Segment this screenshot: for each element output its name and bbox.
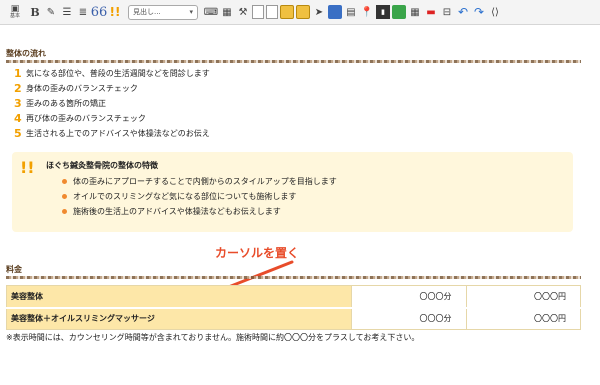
bullet-dot-icon bbox=[62, 209, 67, 214]
flow-step: 1 気になる部位や、普段の生活週間などを問診します bbox=[14, 66, 574, 81]
code-icon[interactable]: ⟨⟩ bbox=[488, 5, 502, 19]
step-number: 3 bbox=[14, 97, 22, 110]
split-icon[interactable]: ⊟ bbox=[440, 5, 454, 19]
cursor-annotation-label: カーソルを置く bbox=[215, 246, 300, 260]
step-number: 1 bbox=[14, 67, 22, 80]
heading-select-value: 見出し... bbox=[133, 8, 161, 16]
feature-item: 体の歪みにアプローチすることで内側からのスタイルアップを目指します bbox=[62, 174, 337, 189]
copy-icon[interactable] bbox=[266, 5, 278, 19]
exclamation-icon[interactable]: !! bbox=[108, 5, 122, 19]
price-table: 美容整体 〇〇〇分 〇〇〇円 美容整体＋オイルスリミングマッサージ 〇〇〇分 〇… bbox=[6, 285, 581, 330]
horizontal-rule-icon[interactable]: ▬ bbox=[424, 5, 438, 19]
course-time-cell[interactable]: 〇〇〇分 bbox=[351, 306, 467, 330]
bullet-dot-icon bbox=[62, 179, 67, 184]
add-row-icon[interactable] bbox=[392, 5, 406, 19]
image-edit-icon[interactable]: ▤ bbox=[344, 5, 358, 19]
step-number: 4 bbox=[14, 112, 22, 125]
course-time-cell[interactable]: 〇〇〇分 bbox=[351, 285, 467, 308]
basic-mode-button[interactable]: ▣ 基本 bbox=[4, 5, 26, 19]
numbered-list-icon[interactable]: ☰ bbox=[60, 5, 74, 19]
feature-item: オイルでのスリミングなど気になる部位についても施術します bbox=[62, 189, 337, 204]
document-icon[interactable] bbox=[252, 5, 264, 19]
undo-icon[interactable]: ↶ bbox=[456, 5, 470, 19]
step-text: 再び体の歪みのバランスチェック bbox=[26, 114, 146, 123]
table-grid-icon[interactable]: ▦ bbox=[408, 5, 422, 19]
flow-step: 5 生活される上でのアドバイスや体操法などのお伝え bbox=[14, 126, 574, 141]
bold-button[interactable]: B bbox=[28, 5, 42, 19]
flow-steps-list: 1 気になる部位や、普段の生活週間などを問診します 2 身体の歪みのバランスチェ… bbox=[14, 66, 574, 141]
exclamation-icon: !! bbox=[20, 158, 35, 177]
flow-step: 3 歪みのある箇所の矯正 bbox=[14, 96, 574, 111]
step-text: 気になる部位や、普段の生活週間などを問診します bbox=[26, 69, 210, 78]
folder-open-icon[interactable] bbox=[296, 5, 310, 19]
section-divider bbox=[6, 60, 581, 63]
feature-item-text: オイルでのスリミングなど気になる部位についても施術します bbox=[73, 192, 297, 201]
flow-section-title: 整体の流れ bbox=[6, 49, 46, 58]
course-price-cell[interactable]: 〇〇〇円 bbox=[465, 285, 581, 308]
course-name-cell[interactable]: 美容整体 bbox=[6, 285, 352, 308]
price-section-title: 料金 bbox=[6, 265, 22, 274]
eraser-icon[interactable]: ✎ bbox=[44, 5, 58, 19]
course-name-cell[interactable]: 美容整体＋オイルスリミングマッサージ bbox=[6, 306, 352, 330]
folder-icon[interactable] bbox=[280, 5, 294, 19]
feature-item-text: 施術後の生活上のアドバイスや体操法などもお伝えします bbox=[73, 207, 281, 216]
feature-box[interactable]: !! ほぐち鍼灸整骨院の整体の特徴 体の歪みにアプローチすることで内側からのスタ… bbox=[12, 152, 573, 232]
step-text: 歪みのある箇所の矯正 bbox=[26, 99, 106, 108]
table-row: 美容整体＋オイルスリミングマッサージ 〇〇〇分 〇〇〇円 bbox=[6, 306, 581, 330]
basic-mode-label: 基本 bbox=[9, 13, 20, 19]
step-text: 生活される上でのアドバイスや体操法などのお伝え bbox=[26, 129, 210, 138]
step-text: 身体の歪みのバランスチェック bbox=[26, 84, 138, 93]
table-icon[interactable]: ▦ bbox=[220, 5, 234, 19]
bullet-list-icon[interactable]: ≣ bbox=[76, 5, 90, 19]
video-icon[interactable]: ▮ bbox=[376, 5, 390, 19]
price-note: ※表示時間には、カウンセリング時間等が含まれておりません。施術時間に約〇〇〇分を… bbox=[6, 333, 420, 342]
tools-icon[interactable]: ⚒ bbox=[236, 5, 250, 19]
bullet-dot-icon bbox=[62, 194, 67, 199]
chevron-down-icon: ▾ bbox=[189, 8, 193, 16]
redo-icon[interactable]: ↷ bbox=[472, 5, 486, 19]
quote-icon[interactable]: 66 bbox=[91, 5, 108, 20]
send-icon[interactable]: ➤ bbox=[312, 5, 326, 19]
map-pin-icon[interactable]: 📍 bbox=[360, 5, 374, 19]
image-icon[interactable] bbox=[328, 5, 342, 19]
table-row: 美容整体 〇〇〇分 〇〇〇円 bbox=[6, 285, 581, 308]
feature-list: 体の歪みにアプローチすることで内側からのスタイルアップを目指します オイルでのス… bbox=[62, 174, 337, 219]
feature-item-text: 体の歪みにアプローチすることで内側からのスタイルアップを目指します bbox=[73, 177, 337, 186]
heading-select[interactable]: 見出し... ▾ bbox=[128, 4, 198, 20]
editor-toolbar: ▣ 基本 B ✎ ☰ ≣ 66 !! 見出し... ▾ ⌨ ▦ ⚒ ➤ ▤ 📍 … bbox=[0, 0, 600, 25]
keyboard-icon[interactable]: ⌨ bbox=[204, 5, 218, 19]
feature-title: ほぐち鍼灸整骨院の整体の特徴 bbox=[46, 161, 158, 170]
section-divider bbox=[6, 276, 581, 279]
step-number: 2 bbox=[14, 82, 22, 95]
flow-step: 4 再び体の歪みのバランスチェック bbox=[14, 111, 574, 126]
course-price-cell[interactable]: 〇〇〇円 bbox=[465, 306, 581, 330]
step-number: 5 bbox=[14, 127, 22, 140]
flow-step: 2 身体の歪みのバランスチェック bbox=[14, 81, 574, 96]
feature-item: 施術後の生活上のアドバイスや体操法などもお伝えします bbox=[62, 204, 337, 219]
